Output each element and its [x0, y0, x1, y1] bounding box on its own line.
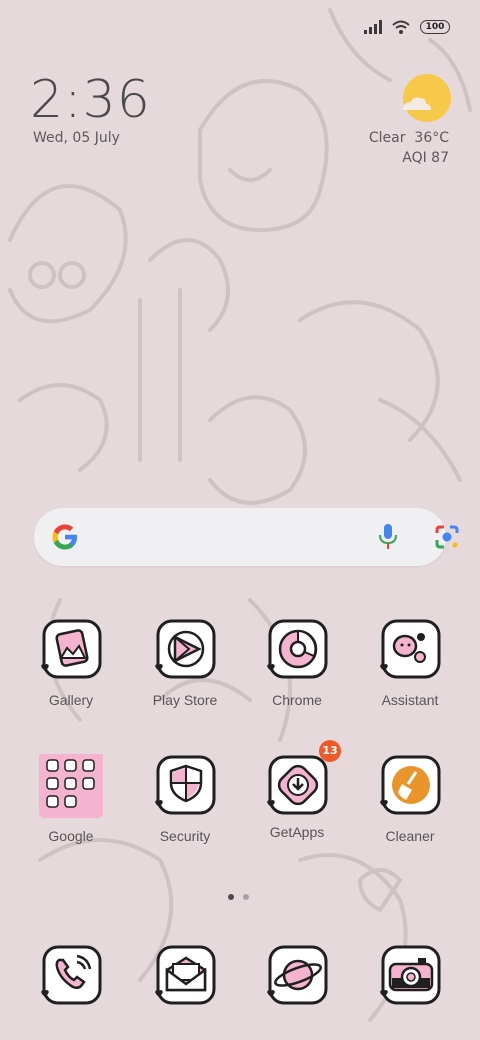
camera-icon [380, 945, 441, 1005]
page-dot [243, 894, 249, 900]
app-folder-google[interactable]: Google [21, 750, 121, 844]
google-search-bar[interactable] [34, 508, 459, 566]
sun-cloud-icon[interactable] [401, 74, 451, 124]
search-input[interactable] [92, 520, 366, 556]
google-lens-icon[interactable] [434, 524, 460, 550]
getapps-icon [267, 755, 328, 815]
app-label: GetApps [269, 824, 325, 840]
assistant-icon [380, 619, 441, 679]
dock-messages[interactable] [135, 944, 235, 1012]
weather-temperature: 36°C [414, 130, 449, 146]
weather-condition: Clear [368, 130, 406, 146]
clock-date[interactable]: Wed, 05 July [33, 130, 120, 146]
cleaner-icon [380, 755, 441, 815]
app-label: Google [48, 828, 94, 844]
app-cleaner[interactable]: Cleaner [360, 754, 460, 844]
messages-icon [155, 945, 216, 1005]
browser-planet-icon [267, 945, 328, 1005]
cellular-signal-icon [364, 20, 382, 34]
page-indicator[interactable] [228, 894, 249, 900]
google-logo-icon [52, 524, 77, 550]
notification-badge: 13 [319, 740, 341, 762]
gallery-icon [41, 619, 102, 679]
dock-phone[interactable] [21, 944, 121, 1012]
phone-icon [41, 945, 102, 1005]
app-label: Assistant [381, 692, 439, 708]
page-dot-active [228, 894, 234, 900]
google-folder-icon [35, 750, 107, 820]
weather-aqi: AQI 87 [402, 150, 449, 166]
getapps-tile: 13 [265, 740, 341, 818]
wifi-icon [392, 20, 410, 34]
app-security[interactable]: Security [135, 754, 235, 844]
security-icon [155, 755, 216, 815]
app-chrome[interactable]: Chrome [247, 618, 347, 708]
status-icons: 100 [364, 20, 450, 34]
app-getapps[interactable]: 13 GetApps [247, 740, 347, 840]
app-assistant[interactable]: Assistant [360, 618, 460, 708]
dock-camera[interactable] [360, 944, 460, 1012]
microphone-icon[interactable] [377, 523, 399, 551]
app-label: Cleaner [385, 828, 435, 844]
app-label: Chrome [272, 692, 322, 708]
status-bar: 100 [0, 0, 480, 50]
battery-indicator: 100 [420, 20, 450, 34]
play-store-icon [155, 619, 216, 679]
weather-widget[interactable]: Clear 36°C AQI 87 [369, 128, 449, 168]
dock-browser[interactable] [247, 944, 347, 1012]
app-label: Security [159, 828, 211, 844]
chrome-icon [267, 619, 328, 679]
app-gallery[interactable]: Gallery [21, 618, 121, 708]
app-label: Gallery [48, 692, 94, 708]
app-label: Play Store [152, 692, 218, 708]
app-play-store[interactable]: Play Store [135, 618, 235, 708]
clock-time[interactable]: 2:36 [30, 70, 151, 130]
